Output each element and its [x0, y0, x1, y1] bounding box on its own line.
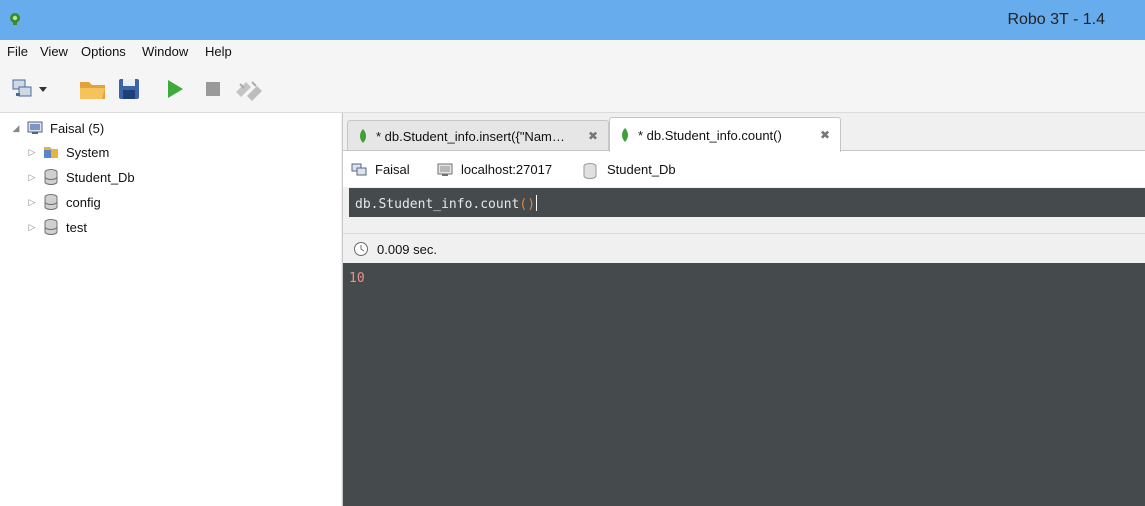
connection-info: Faisal — [351, 162, 410, 177]
database-name: Student_Db — [607, 162, 676, 177]
save-button[interactable] — [116, 76, 142, 102]
server-icon — [437, 163, 453, 177]
query-info-bar: Faisal localhost:27017 Student_Db — [343, 151, 1145, 187]
tree-item-label: Student_Db — [66, 169, 135, 185]
clock-icon — [354, 242, 368, 256]
stop-icon — [206, 82, 220, 96]
tab-label: * db.Student_info.count() — [638, 127, 782, 143]
stop-button[interactable] — [200, 76, 226, 102]
menu-bar: File View Options Window Help — [0, 40, 1145, 62]
execution-time-label: 0.009 sec. — [377, 241, 437, 257]
database-icon — [583, 162, 599, 179]
title-bar: Robo 3T - 1.4 — [0, 0, 1145, 40]
host-info: localhost:27017 — [437, 162, 552, 177]
server-label: Faisal (5) — [50, 120, 105, 136]
close-tab-icon[interactable]: ✖ — [588, 129, 598, 143]
dropdown-arrow-icon — [39, 87, 47, 92]
tab-insert-query[interactable]: * db.Student_info.insert({"Nam… ✖ — [347, 120, 609, 151]
window-title: Robo 3T - 1.4 — [1007, 11, 1105, 28]
save-icon — [119, 79, 139, 99]
database-icon — [42, 169, 60, 185]
result-panel[interactable]: 10 — [343, 263, 1145, 506]
query-code: db.Student_info.count — [355, 197, 520, 212]
menu-file[interactable]: File — [7, 44, 28, 59]
menu-help[interactable]: Help — [205, 44, 232, 59]
tree-item-student-db[interactable]: ▷ Student_Db — [26, 166, 135, 188]
query-editor[interactable]: db.Student_info.count() — [349, 188, 1145, 217]
server-icon — [26, 120, 44, 136]
mongodb-leaf-icon — [622, 128, 628, 142]
tree-item-config[interactable]: ▷ config — [26, 191, 101, 213]
tree-item-system[interactable]: ▷ System — [26, 141, 110, 163]
tab-label: * db.Student_info.insert({"Nam… — [376, 128, 565, 144]
tree-item-label: config — [66, 194, 101, 210]
connection-name: Faisal — [375, 162, 410, 177]
connect-icon — [12, 79, 32, 97]
collapsed-arrow-icon[interactable]: ▷ — [26, 197, 38, 208]
open-button[interactable] — [78, 76, 108, 102]
menu-options[interactable]: Options — [81, 44, 126, 59]
tree-server-node[interactable]: ◢ Faisal (5) — [10, 117, 105, 139]
connect-dropdown[interactable] — [36, 76, 50, 102]
query-workspace: * db.Student_info.insert({"Nam… ✖ * db.S… — [342, 113, 1145, 506]
connection-icon — [351, 163, 367, 177]
format-icon — [236, 81, 262, 101]
connect-button[interactable] — [10, 76, 36, 102]
collapsed-arrow-icon[interactable]: ▷ — [26, 172, 38, 183]
tree-item-label: System — [66, 144, 110, 160]
host-address: localhost:27017 — [461, 162, 553, 177]
collapsed-arrow-icon[interactable]: ▷ — [26, 147, 38, 158]
database-info: Student_Db — [583, 162, 676, 179]
tab-count-query[interactable]: * db.Student_info.count() ✖ — [609, 117, 841, 152]
mongodb-leaf-icon — [360, 129, 366, 143]
query-parens: () — [519, 197, 536, 212]
format-button[interactable] — [232, 76, 266, 102]
menu-window[interactable]: Window — [142, 44, 188, 59]
execute-icon — [168, 80, 183, 98]
execute-button[interactable] — [162, 76, 188, 102]
robo3t-logo-icon — [10, 13, 20, 25]
explorer-panel: ◢ Faisal (5) ▷ System ▷ Student_Db ▷ con… — [0, 113, 341, 506]
execution-status-bar: 0.009 sec. — [343, 233, 1145, 264]
query-text[interactable]: db.Student_info.count() — [355, 195, 538, 212]
menu-view[interactable]: View — [40, 44, 68, 59]
result-value: 10 — [349, 271, 365, 286]
close-tab-icon[interactable]: ✖ — [820, 128, 830, 142]
tree-item-label: test — [66, 219, 87, 235]
tree-item-test[interactable]: ▷ test — [26, 216, 87, 238]
database-icon — [42, 219, 60, 235]
database-icon — [42, 194, 60, 210]
open-folder-icon — [80, 82, 105, 99]
toolbar — [0, 62, 1145, 113]
collapsed-arrow-icon[interactable]: ▷ — [26, 222, 38, 233]
expanded-arrow-icon[interactable]: ◢ — [10, 123, 22, 134]
folder-icon — [42, 144, 60, 160]
execution-time: 0.009 sec. — [353, 241, 437, 257]
text-cursor — [536, 195, 538, 211]
